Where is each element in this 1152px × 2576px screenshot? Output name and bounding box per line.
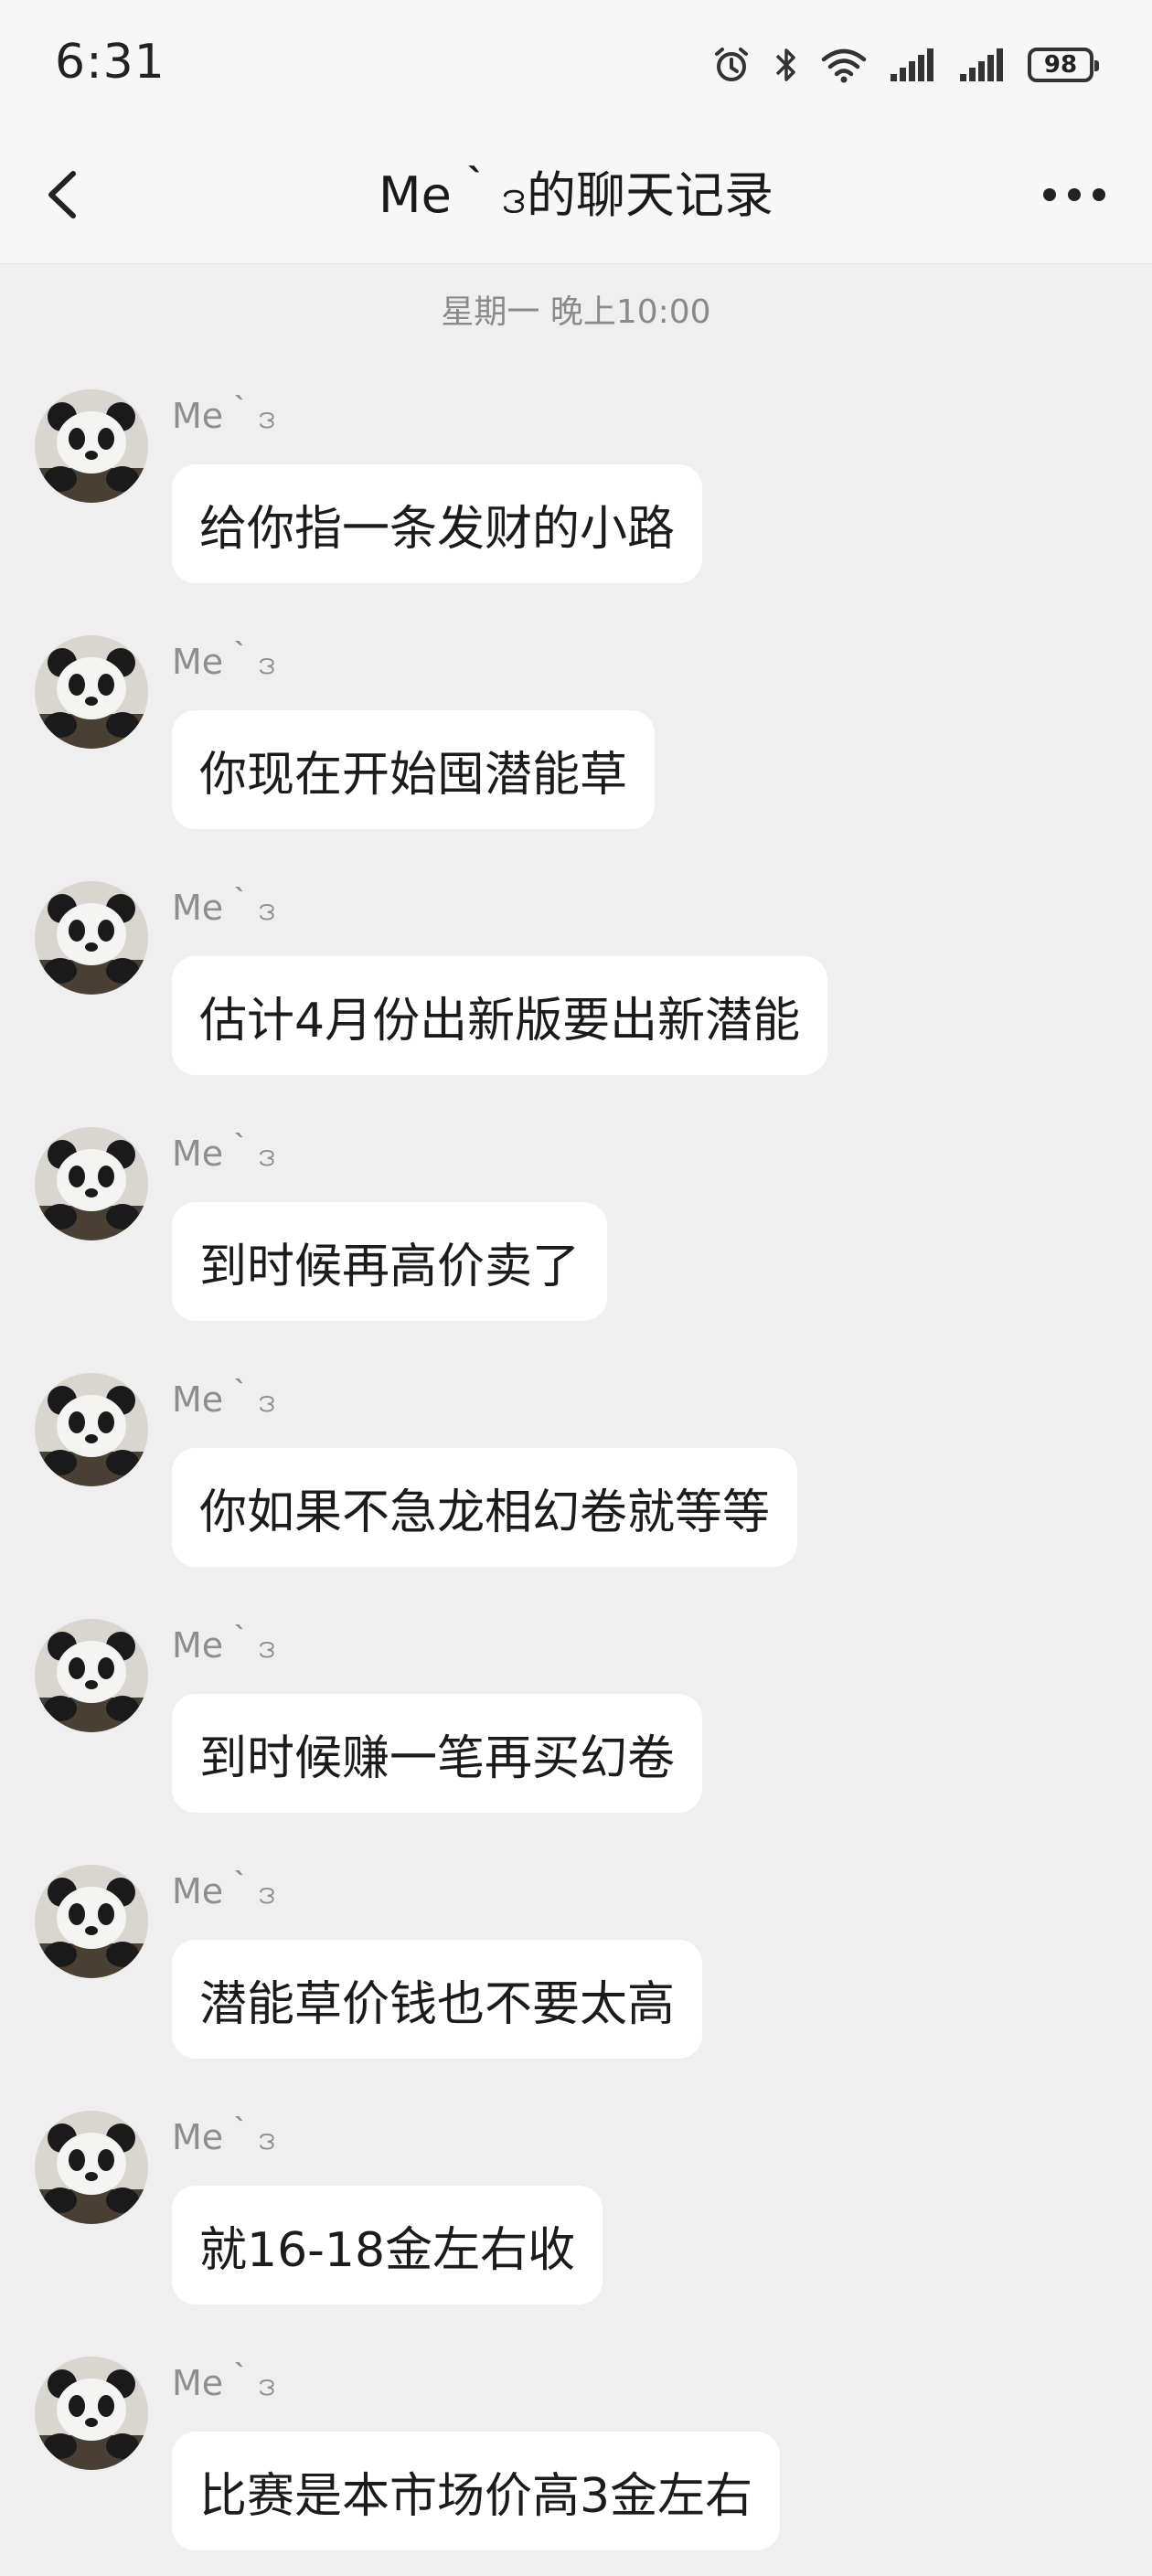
sender-name: Me｀ဒ [172,888,276,928]
avatar[interactable] [35,881,148,995]
page-title: Me｀ဒ的聊天记录 [379,166,773,224]
panda-avatar-icon [35,1865,148,1978]
sender-name: Me｀ဒ [172,1379,276,1420]
message-bubble[interactable]: 你如果不急龙相幻卷就等等 [172,1448,798,1567]
message-bubble[interactable]: 就16-18金左右收 [172,2186,603,2305]
sender-name: Me｀ဒ [172,642,276,682]
message-bubble[interactable]: 估计4月份出新版要出新潜能 [172,956,828,1075]
panda-avatar-icon [35,1127,148,1240]
message-bubble[interactable]: 比赛是本市场价高3金左右 [172,2432,781,2550]
status-icons: 98 [711,40,1099,90]
panda-avatar-icon [35,2357,148,2470]
chat-timestamp: 星期一 晚上10:00 [441,293,711,331]
avatar[interactable] [35,1373,148,1486]
status-time: 6:31 [55,35,165,90]
signal-icon [960,48,1003,81]
panda-avatar-icon [35,389,148,503]
message-item: Me｀ဒ 比赛是本市场价高3金左右 [0,2357,1152,2576]
sender-name: Me｀ဒ [172,2363,276,2403]
chat-header: Me｀ဒ的聊天记录 [0,128,1152,264]
wifi-icon [821,48,867,83]
signal-icon [891,48,933,81]
avatar[interactable] [35,1865,148,1978]
message-item: Me｀ဒ 到时候再高价卖了 [0,1127,1152,1347]
status-bar: 6:31 98 [0,0,1152,128]
message-item: Me｀ဒ 就16-18金左右收 [0,2111,1152,2330]
panda-avatar-icon [35,881,148,995]
message-bubble[interactable]: 到时候赚一笔再买幻卷 [172,1694,703,1813]
avatar[interactable] [35,1619,148,1732]
avatar[interactable] [35,1127,148,1240]
avatar[interactable] [35,389,148,503]
sender-name: Me｀ဒ [172,396,276,436]
sender-name: Me｀ဒ [172,1871,276,1911]
message-item: Me｀ဒ 你现在开始囤潜能草 [0,635,1152,855]
avatar[interactable] [35,2357,148,2470]
avatar[interactable] [35,2111,148,2224]
back-chevron-icon[interactable] [33,163,97,227]
message-bubble[interactable]: 给你指一条发财的小路 [172,464,703,583]
battery-icon: 98 [1028,48,1099,82]
message-bubble[interactable]: 到时候再高价卖了 [172,1202,608,1321]
sender-name: Me｀ဒ [172,1134,276,1174]
avatar[interactable] [35,635,148,749]
more-dots-icon[interactable] [1033,172,1115,218]
message-bubble[interactable]: 潜能草价钱也不要太高 [172,1940,703,2059]
panda-avatar-icon [35,1373,148,1486]
alarm-icon [715,48,748,81]
panda-avatar-icon [35,635,148,749]
sender-name: Me｀ဒ [172,1625,276,1666]
message-bubble[interactable]: 你现在开始囤潜能草 [172,710,656,829]
message-item: Me｀ဒ 估计4月份出新版要出新潜能 [0,881,1152,1101]
battery-level: 98 [1043,51,1078,79]
message-item: Me｀ဒ 给你指一条发财的小路 [0,389,1152,609]
message-item: Me｀ဒ 潜能草价钱也不要太高 [0,1865,1152,2084]
sender-name: Me｀ဒ [172,2117,276,2157]
message-item: Me｀ဒ 到时候赚一笔再买幻卷 [0,1619,1152,1838]
panda-avatar-icon [35,2111,148,2224]
panda-avatar-icon [35,1619,148,1732]
message-item: Me｀ဒ 你如果不急龙相幻卷就等等 [0,1373,1152,1592]
bluetooth-icon [775,48,795,81]
